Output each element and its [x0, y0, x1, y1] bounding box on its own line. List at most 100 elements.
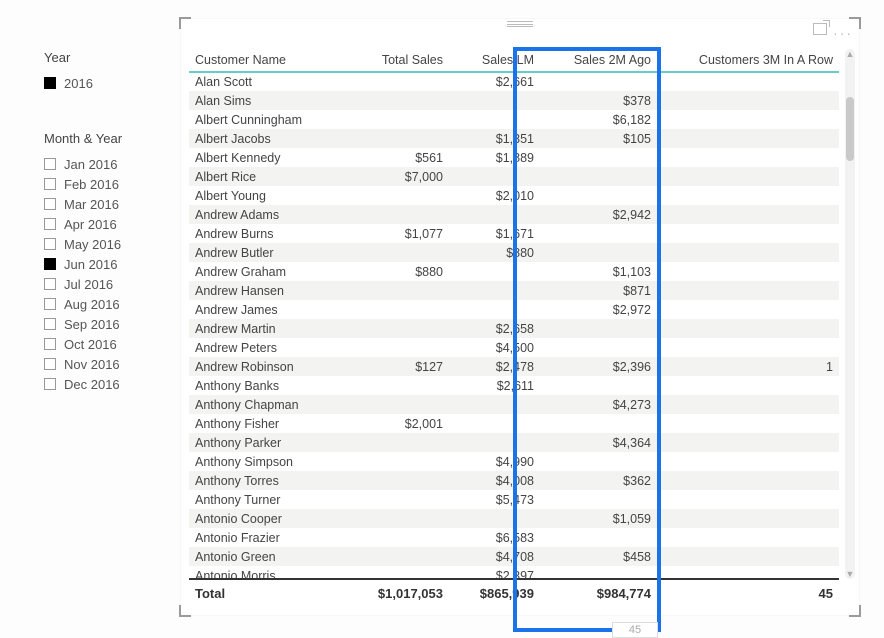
checkbox-icon[interactable]: [44, 358, 56, 370]
cell-sales-lm: [449, 300, 540, 319]
checkbox-icon[interactable]: [44, 158, 56, 170]
col-header-name[interactable]: Customer Name: [189, 49, 345, 72]
slicer-item-label: Oct 2016: [64, 337, 117, 352]
scroll-down-icon[interactable]: ▼: [845, 569, 855, 579]
month-slicer-item[interactable]: Oct 2016: [44, 334, 174, 354]
table-row[interactable]: Andrew Burns$1,077$1,671: [189, 224, 839, 243]
cell-cust-3m: [657, 262, 839, 281]
vertical-scrollbar[interactable]: ▲ ▼: [845, 49, 855, 579]
checkbox-icon[interactable]: [44, 77, 56, 89]
month-slicer-item[interactable]: Jan 2016: [44, 154, 174, 174]
resize-handle-br[interactable]: [849, 605, 861, 617]
table-row[interactable]: Andrew Peters$4,500: [189, 338, 839, 357]
checkbox-icon[interactable]: [44, 238, 56, 250]
table-row[interactable]: Andrew Hansen$871: [189, 281, 839, 300]
table-row[interactable]: Andrew Adams$2,942: [189, 205, 839, 224]
table-row[interactable]: Anthony Chapman$4,273: [189, 395, 839, 414]
cell-cust-3m: [657, 110, 839, 129]
scroll-up-icon[interactable]: ▲: [845, 49, 855, 59]
checkbox-icon[interactable]: [44, 298, 56, 310]
month-slicer-item[interactable]: Apr 2016: [44, 214, 174, 234]
cell-sales-2m: [540, 167, 657, 186]
month-slicer-title: Month & Year: [44, 131, 174, 146]
cell-sales-2m: [540, 319, 657, 338]
data-table: Customer Name Total Sales Sales LM Sales…: [189, 49, 839, 579]
cell-cust-3m: [657, 243, 839, 262]
month-slicer-item[interactable]: May 2016: [44, 234, 174, 254]
cell-sales-2m: $458: [540, 547, 657, 566]
table-row[interactable]: Albert Young$2,010: [189, 186, 839, 205]
checkbox-icon[interactable]: [44, 198, 56, 210]
table-row[interactable]: Antonio Green $4,708$458: [189, 547, 839, 566]
cell-sales-lm: $4,500: [449, 338, 540, 357]
cell-total-sales: [345, 243, 449, 262]
table-visual[interactable]: ··· Customer Name Total Sales Sales LM S…: [180, 18, 860, 616]
scroll-thumb[interactable]: [846, 97, 854, 161]
table-row[interactable]: Albert Kennedy$561$1,889: [189, 148, 839, 167]
cell-cust-3m: [657, 91, 839, 110]
col-header-sales-lm[interactable]: Sales LM: [449, 49, 540, 72]
table-row[interactable]: Andrew James$2,972: [189, 300, 839, 319]
checkbox-icon[interactable]: [44, 218, 56, 230]
table-row[interactable]: Anthony Turner$5,473: [189, 490, 839, 509]
cell-cust-3m: [657, 167, 839, 186]
table-row[interactable]: Antonio Cooper$1,059: [189, 509, 839, 528]
cell-sales-lm: $4,708: [449, 547, 540, 566]
cell-name: Antonio Green: [189, 547, 345, 566]
cell-name: Anthony Turner: [189, 490, 345, 509]
cell-cust-3m: [657, 528, 839, 547]
month-slicer-item[interactable]: Nov 2016: [44, 354, 174, 374]
table-row[interactable]: Andrew Graham$880$1,103: [189, 262, 839, 281]
cell-total-sales: $127: [345, 357, 449, 376]
col-header-total-sales[interactable]: Total Sales: [345, 49, 449, 72]
cell-sales-2m: $105: [540, 129, 657, 148]
month-slicer-item[interactable]: Jul 2016: [44, 274, 174, 294]
checkbox-icon[interactable]: [44, 258, 56, 270]
cell-total-sales: [345, 186, 449, 205]
cell-name: Andrew James: [189, 300, 345, 319]
slicer-item-label: May 2016: [64, 237, 121, 252]
col-header-sales-2m[interactable]: Sales 2M Ago: [540, 49, 657, 72]
table-row[interactable]: Albert Cunningham$6,182: [189, 110, 839, 129]
cell-total-sales: [345, 395, 449, 414]
month-slicer-item[interactable]: Sep 2016: [44, 314, 174, 334]
table-row[interactable]: Alan Scott$2,661: [189, 72, 839, 91]
cell-sales-2m: [540, 528, 657, 547]
table-row[interactable]: Anthony Torres$4,008$362: [189, 471, 839, 490]
table-row[interactable]: Anthony Fisher$2,001: [189, 414, 839, 433]
resize-handle-tl[interactable]: [179, 17, 191, 29]
month-slicer-item[interactable]: Jun 2016: [44, 254, 174, 274]
cell-name: Anthony Fisher: [189, 414, 345, 433]
total-3m: 45: [657, 579, 839, 607]
cell-sales-lm: [449, 433, 540, 452]
table-row[interactable]: Anthony Banks$2,611: [189, 376, 839, 395]
month-slicer-item[interactable]: Feb 2016: [44, 174, 174, 194]
cell-sales-2m: [540, 338, 657, 357]
cell-name: Anthony Parker: [189, 433, 345, 452]
focus-mode-icon[interactable]: [813, 23, 827, 35]
cell-sales-lm: $6,583: [449, 528, 540, 547]
table-row[interactable]: Andrew Martin$2,658: [189, 319, 839, 338]
col-header-cust-3m[interactable]: Customers 3M In A Row: [657, 49, 839, 72]
table-row[interactable]: Albert Jacobs$1,351$105: [189, 129, 839, 148]
checkbox-icon[interactable]: [44, 278, 56, 290]
drag-grip-icon[interactable]: [507, 21, 533, 27]
table-row[interactable]: Alan Sims$378: [189, 91, 839, 110]
table-row[interactable]: Andrew Butler$880: [189, 243, 839, 262]
month-slicer-item[interactable]: Mar 2016: [44, 194, 174, 214]
month-slicer-item[interactable]: Aug 2016: [44, 294, 174, 314]
table-row[interactable]: Antonio Frazier$6,583: [189, 528, 839, 547]
table-row[interactable]: Albert Rice$7,000: [189, 167, 839, 186]
checkbox-icon[interactable]: [44, 378, 56, 390]
checkbox-icon[interactable]: [44, 318, 56, 330]
checkbox-icon[interactable]: [44, 338, 56, 350]
table-row[interactable]: Anthony Parker$4,364: [189, 433, 839, 452]
checkbox-icon[interactable]: [44, 178, 56, 190]
cell-sales-2m: [540, 186, 657, 205]
year-slicer-item[interactable]: 2016: [44, 73, 174, 93]
more-options-icon[interactable]: ···: [833, 25, 853, 41]
table-row[interactable]: Andrew Robinson$127$2,478$2,3961: [189, 357, 839, 376]
table-row[interactable]: Anthony Simpson$4,990: [189, 452, 839, 471]
month-slicer-item[interactable]: Dec 2016: [44, 374, 174, 394]
page-indicator: 45: [612, 622, 658, 638]
